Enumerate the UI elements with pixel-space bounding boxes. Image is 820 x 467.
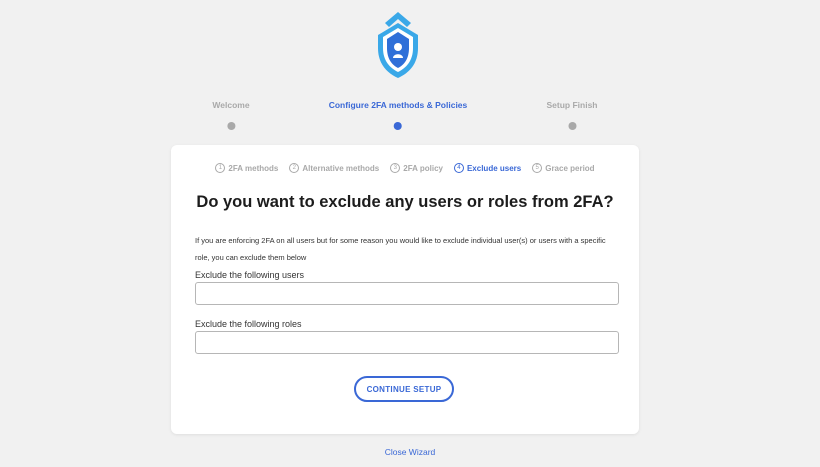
description-text: If you are enforcing 2FA on all users bu…: [195, 236, 606, 262]
wizard-card: 1 2FA methods 2 Alternative methods 3 2F…: [171, 145, 639, 434]
close-wizard-link[interactable]: Close Wizard: [0, 447, 820, 457]
step-dot: [568, 122, 576, 130]
page-title: Do you want to exclude any users or role…: [196, 193, 614, 211]
exclude-users-label: Exclude the following users: [195, 270, 305, 280]
subtab-label: 2FA policy: [403, 163, 443, 173]
step-setup-finish: Setup Finish: [547, 100, 598, 130]
subtab-grace-period[interactable]: 5 Grace period: [532, 163, 595, 173]
subtab-number: 2: [289, 163, 300, 173]
step-welcome: Welcome: [212, 100, 250, 130]
step-dot: [226, 122, 235, 130]
continue-setup-button[interactable]: CONTINUE SETUP: [354, 376, 454, 402]
subtab-label: Grace period: [545, 163, 595, 173]
exclude-roles-label: Exclude the following roles: [195, 319, 302, 329]
step-label: Welcome: [212, 100, 250, 110]
subtab-number: 1: [215, 163, 226, 173]
step-configure: Configure 2FA methods & Policies: [328, 100, 468, 130]
step-dot: [393, 122, 402, 130]
exclude-users-input[interactable]: [195, 282, 619, 305]
subtab-label: 2FA methods: [228, 163, 279, 173]
subtab-number: 4: [453, 163, 464, 173]
subtab-exclude-users[interactable]: 4 Exclude users: [453, 163, 522, 173]
subtab-label: Exclude users: [466, 163, 522, 173]
wizard-progress: Welcome Configure 2FA methods & Policies…: [0, 100, 820, 140]
exclude-roles-input[interactable]: [195, 331, 619, 354]
subtab-number: 3: [390, 163, 401, 173]
subtab-nav: 1 2FA methods 2 Alternative methods 3 2F…: [171, 163, 639, 173]
subtab-number: 5: [532, 163, 543, 173]
subtab-2fa-methods[interactable]: 1 2FA methods: [215, 163, 278, 173]
subtab-2fa-policy[interactable]: 3 2FA policy: [390, 163, 443, 173]
subtab-alternative-methods[interactable]: 2 Alternative methods: [289, 163, 379, 173]
subtab-label: Alternative methods: [302, 163, 380, 173]
step-label: Setup Finish: [546, 100, 598, 110]
shield-lock-icon: [373, 10, 423, 80]
step-label: Configure 2FA methods & Policies: [328, 100, 468, 110]
